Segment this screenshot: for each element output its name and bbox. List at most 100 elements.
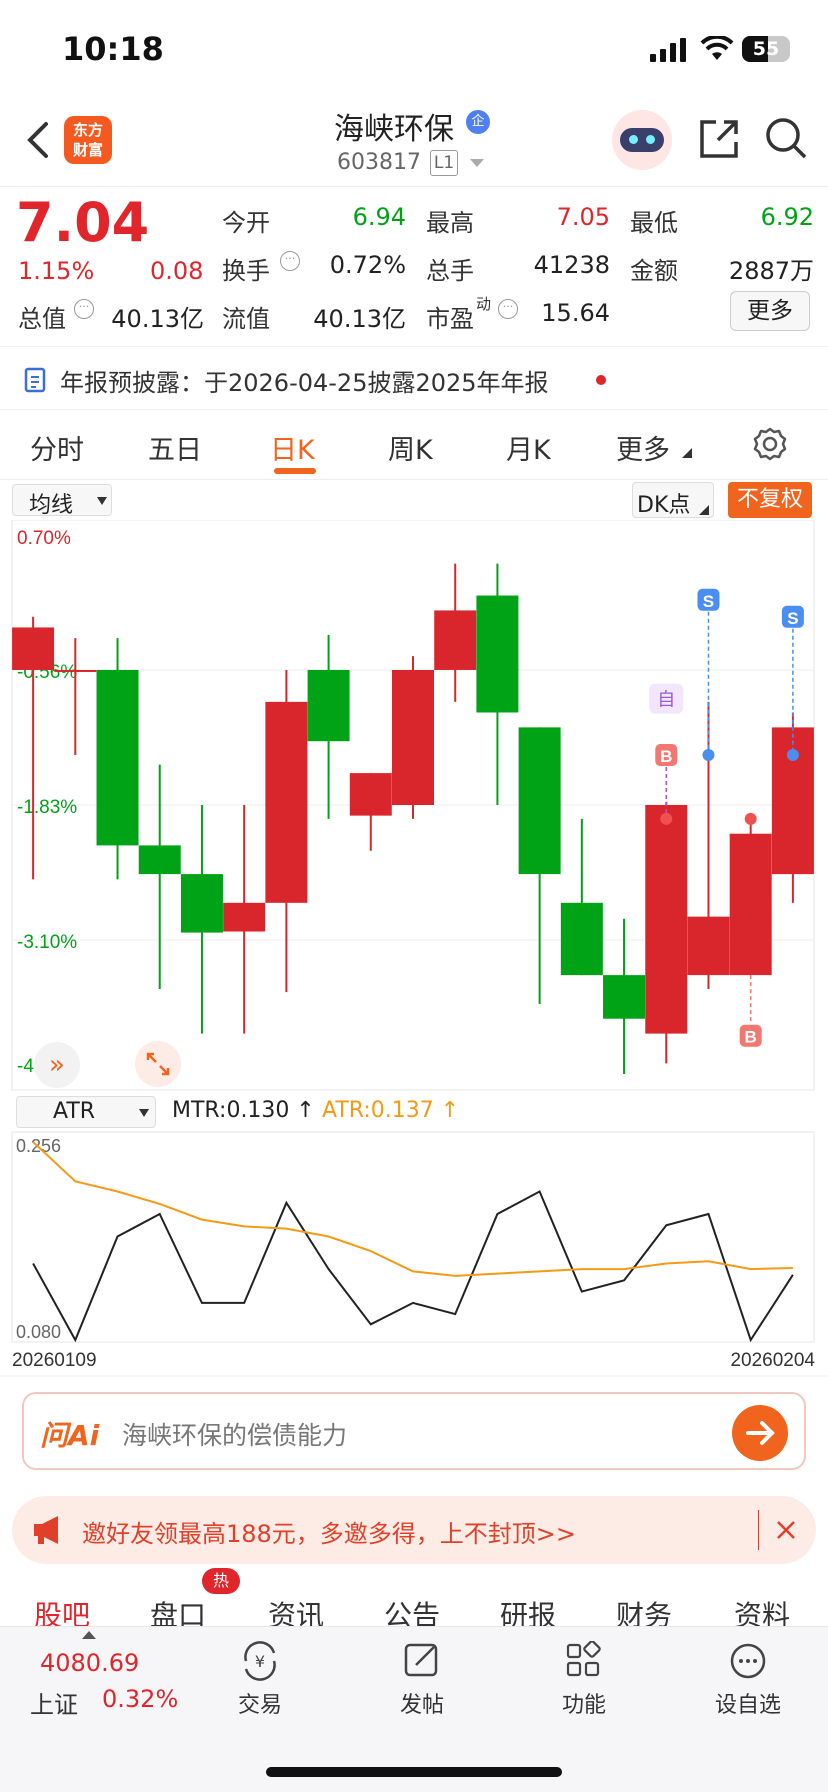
back-icon[interactable] — [26, 120, 50, 160]
self-signal-text: 自 — [657, 690, 675, 711]
candle-body — [392, 669, 434, 805]
logo-line2: 财富 — [72, 141, 103, 159]
mtr-line — [32, 1190, 794, 1343]
ma-select[interactable]: 均线 — [12, 484, 112, 518]
megaphone-icon — [34, 1516, 58, 1544]
level-badge[interactable]: L1 — [430, 150, 458, 176]
battery-level: 55 — [752, 38, 780, 60]
turnover-value: 0.72% — [329, 251, 406, 279]
index-change: 0.32% — [102, 1685, 179, 1713]
x-end-label: 20260204 — [730, 1350, 815, 1371]
pe-info-icon[interactable]: ··· — [498, 299, 518, 319]
app-logo: 东方 财富 — [64, 116, 112, 164]
fullscreen-icon[interactable] — [134, 1040, 182, 1088]
mktcap-value: 40.13亿 — [111, 305, 204, 333]
candle-body — [180, 874, 223, 933]
buy-signal-dot — [744, 812, 757, 825]
mktcap-label: 总值 — [18, 305, 66, 333]
tab-weekly-k[interactable]: 周K — [388, 428, 433, 467]
open-label: 今开 — [222, 209, 270, 237]
status-bar: 10:18 55 — [0, 0, 828, 100]
tab-monthly-k[interactable]: 月K — [506, 428, 551, 467]
robot-avatar-icon[interactable] — [612, 110, 672, 170]
amount-value: 2887万 — [728, 257, 814, 285]
atr-label: ATR:0.137 — [322, 1098, 434, 1123]
index-value[interactable]: 4080.69 — [40, 1649, 139, 1677]
more-corner-icon — [682, 448, 692, 458]
invite-text: 邀好友领最高188元，多邀多得，上不封顶>> — [82, 1520, 577, 1548]
trade-icon: ¥ — [244, 1641, 276, 1681]
mtr-value: MTR:0.130 ↑ — [172, 1098, 315, 1123]
candle-body — [645, 805, 688, 1034]
indicator-dropdown-icon — [139, 1109, 149, 1117]
candlestick-chart[interactable]: 0.70%-0.56%-1.83%-3.10%-4.36%SS自BB0.2560… — [0, 520, 828, 1380]
tab-five-day[interactable]: 五日 — [148, 428, 202, 467]
report-icon — [24, 367, 46, 393]
indicator-select-label: ATR — [53, 1099, 96, 1124]
dk-point-label: DK点 — [637, 493, 691, 518]
pe-label: 市盈 — [426, 305, 474, 333]
settings-gear-icon[interactable] — [752, 426, 788, 462]
pe-value: 15.64 — [541, 299, 610, 327]
adjust-button[interactable]: 不复权 — [728, 482, 812, 518]
add-watchlist-label: 设自选 — [714, 1693, 781, 1718]
home-indicator — [266, 1767, 562, 1777]
ma-select-label: 均线 — [29, 493, 74, 518]
candle-body — [223, 902, 266, 932]
close-icon[interactable] — [776, 1520, 796, 1540]
tab-intraday[interactable]: 分时 — [30, 428, 84, 467]
turnover-info-icon[interactable]: ··· — [280, 251, 300, 271]
more-dots-icon — [730, 1643, 766, 1679]
sell-signal-dot — [702, 749, 715, 762]
more-button[interactable]: 更多 — [730, 291, 810, 331]
sell-signal-dot — [786, 749, 799, 762]
share-icon[interactable] — [698, 118, 740, 160]
sell-signal-text: S — [787, 609, 798, 628]
notice-bar[interactable]: 年报预披露：于2026-04-25披露2025年年报 — [0, 346, 828, 410]
trade-button[interactable]: ¥ 交易 — [220, 1641, 300, 1719]
float-value: 40.13亿 — [313, 305, 406, 333]
search-icon[interactable] — [764, 116, 808, 160]
current-price: 7.04 — [16, 191, 150, 254]
candle-body — [687, 916, 730, 976]
tab-daily-k[interactable]: 日K — [270, 428, 315, 467]
collapse-arrows-icon[interactable]: » — [34, 1042, 80, 1088]
enterprise-badge: 企 — [466, 110, 490, 134]
battery-icon: 55 — [742, 36, 790, 62]
ai-question-bar[interactable]: 问Ai 海峡环保的偿债能力 — [22, 1392, 806, 1470]
open-value: 6.94 — [352, 203, 406, 231]
candle-body — [54, 669, 97, 672]
dk-point-button[interactable]: DK点 — [632, 482, 714, 518]
high-label: 最高 — [426, 209, 474, 237]
buy-signal-text: B — [745, 1028, 757, 1047]
unread-dot — [596, 375, 606, 385]
invite-banner[interactable]: 邀好友领最高188元，多邀多得，上不封顶>> — [12, 1496, 816, 1564]
post-button[interactable]: 发帖 — [382, 1641, 462, 1719]
clock: 10:18 — [62, 30, 164, 68]
mktcap-info-icon[interactable]: ··· — [74, 299, 94, 319]
ai-placeholder[interactable]: 海峡环保的偿债能力 — [122, 1416, 347, 1452]
candle-body — [476, 595, 519, 713]
period-tabs: 分时 五日 日K 周K 月K 更多 — [0, 410, 828, 480]
volume-value: 41238 — [533, 251, 610, 279]
level-dropdown-icon[interactable] — [470, 159, 484, 167]
dk-corner-icon — [699, 505, 709, 515]
arrow-right-icon[interactable] — [732, 1405, 788, 1461]
candle-body — [603, 975, 646, 1019]
tab-more[interactable]: 更多 — [616, 428, 670, 467]
high-value: 7.05 — [556, 203, 610, 231]
indicator-select[interactable]: ATR — [16, 1096, 156, 1128]
change-amount: 0.08 — [150, 257, 204, 285]
low-label: 最低 — [630, 209, 678, 237]
turnover-label: 换手 — [222, 257, 270, 285]
content-tabs: 股吧 盘口 热 资讯 公告 研报 财务 资料 — [0, 1568, 828, 1632]
candle-body — [729, 833, 772, 976]
functions-button[interactable]: 功能 — [544, 1640, 624, 1719]
add-watchlist-button[interactable]: 设自选 — [700, 1641, 796, 1719]
mtr-label: MTR:0.130 — [172, 1098, 290, 1123]
ai-logo: 问Ai — [40, 1419, 100, 1452]
active-tab-indicator — [274, 468, 316, 474]
volume-label: 总手 — [426, 257, 474, 285]
buy-signal-dot — [660, 812, 673, 825]
pe-superscript: 动 — [476, 295, 492, 313]
